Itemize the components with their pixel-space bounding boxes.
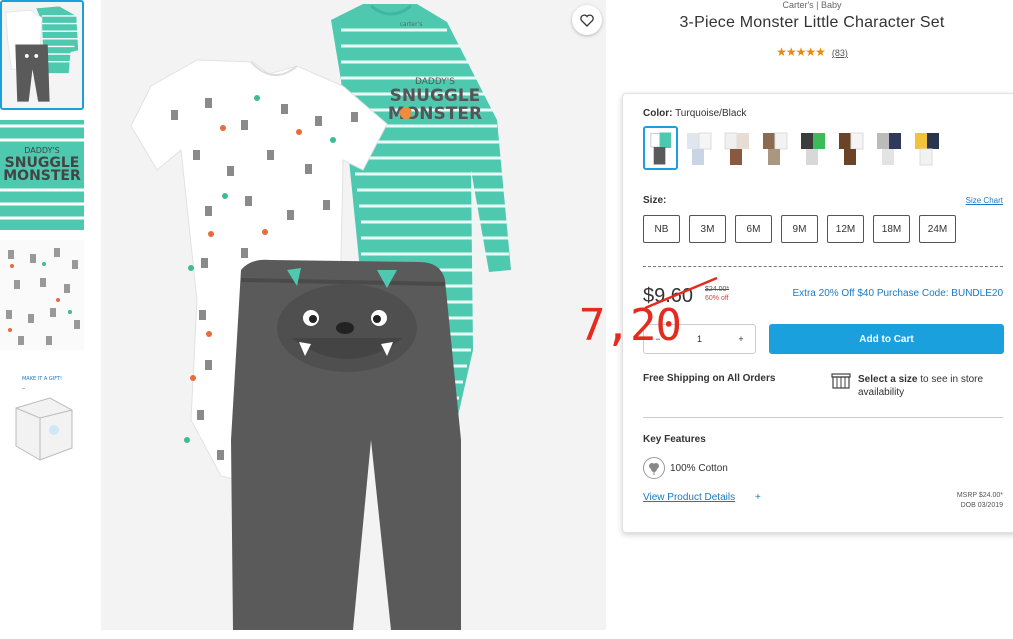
swatch-6[interactable] [833,126,868,170]
thumbnail-3[interactable] [0,240,84,350]
thumb4-text: MAKE IT A GIFT! [22,376,62,382]
thumb2-line3: MONSTER [3,168,81,184]
color-label: Color: Turquoise/Black [643,108,747,119]
swatch-2[interactable] [681,126,716,170]
percent-off: 60% off [705,295,729,302]
main-product-image: carter's DADDY'S SNUGGLE MONSTER [101,0,606,630]
size-nb[interactable]: NB [643,215,680,243]
thumbnail-1[interactable] [0,0,84,110]
color-value: Turquoise/Black [675,108,747,119]
swatch-turquoise-black[interactable] [643,126,678,170]
favorite-button[interactable] [572,5,602,35]
free-shipping: Free Shipping on All Orders [643,373,776,384]
heart-icon [580,13,594,27]
thumb2-line1: DADDY'S [24,146,60,155]
promo-code[interactable]: Extra 20% Off $40 Purchase Code: BUNDLE2… [793,288,1003,299]
size-label: Size: [643,195,667,206]
qty-plus-button[interactable]: + [733,334,749,344]
size-24m[interactable]: 24M [919,215,956,243]
add-to-cart-button[interactable]: Add to Cart [769,324,1004,354]
size-9m[interactable]: 9M [781,215,818,243]
qty-value[interactable]: 1 [697,334,702,344]
size-chart-link[interactable]: Size Chart [966,196,1003,205]
garment-tag: carter's [400,21,423,28]
dashed-divider [643,266,1003,267]
material-cotton: 100% Cotton [670,463,728,474]
product-page: DADDY'S SNUGGLE MONSTER MAKE IT A GIFT! … [0,0,1013,639]
color-swatches [643,126,944,170]
original-price: $24.00* [705,286,730,293]
annotation-price: 7,20 [579,300,682,351]
view-details-link[interactable]: View Product Details [643,492,735,503]
cotton-icon [643,457,665,479]
rating[interactable]: ★★★★★ (83) [622,45,1002,59]
rating-stars: ★★★★★ [776,45,826,59]
key-features-title: Key Features [643,434,706,445]
product-title: 3-Piece Monster Little Character Set [679,14,945,31]
details-plus-icon[interactable]: + [755,492,761,503]
size-options: NB 3M 6M 9M 12M 18M 24M [643,215,956,243]
swatch-5[interactable] [795,126,830,170]
store-icon [831,373,851,389]
swatch-3[interactable] [719,126,754,170]
thumbnail-4[interactable]: MAKE IT A GIFT! [0,360,84,470]
review-count-link[interactable]: (83) [832,48,848,58]
bodysuit-line2: SNUGGLE [390,86,481,106]
size-3m[interactable]: 3M [689,215,726,243]
store-availability[interactable]: Select a size to see in store availabili… [858,373,1008,399]
swatch-8[interactable] [909,126,944,170]
swatch-4[interactable] [757,126,792,170]
thumbnail-2[interactable]: DADDY'S SNUGGLE MONSTER [0,120,84,230]
msrp-info: MSRP $24.00* DOB 03/2019 [956,492,1003,509]
size-18m[interactable]: 18M [873,215,910,243]
size-6m[interactable]: 6M [735,215,772,243]
breadcrumb[interactable]: Carter's | Baby [622,0,1002,10]
solid-divider [643,417,1003,418]
swatch-7[interactable] [871,126,906,170]
size-12m[interactable]: 12M [827,215,864,243]
